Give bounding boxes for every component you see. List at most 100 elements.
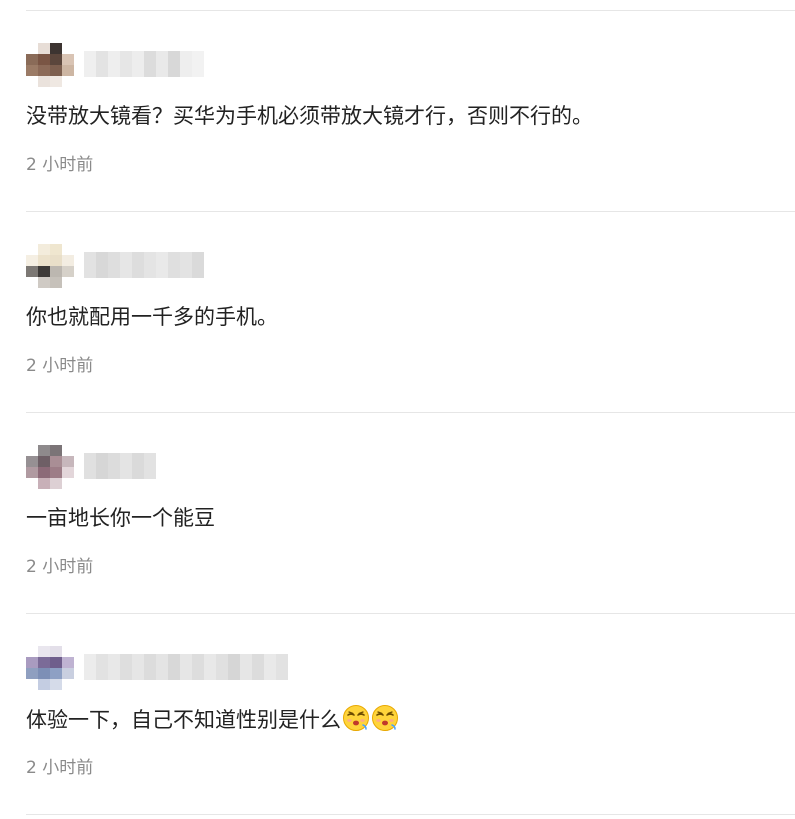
username-pixel (96, 51, 108, 77)
avatar-pixel (62, 478, 74, 489)
username-pixel (156, 252, 168, 278)
avatar-pixel (26, 478, 38, 489)
avatar[interactable] (26, 43, 74, 87)
username-pixel (108, 252, 120, 278)
username-pixel (132, 654, 144, 680)
comment-timestamp: 2 小时前 (26, 155, 94, 175)
avatar-pixel (38, 467, 50, 478)
username-pixel (108, 51, 120, 77)
avatar-pixel (26, 467, 38, 478)
comment-item: 你也就配用一千多的手机。 2 小时前 (26, 212, 795, 413)
avatar-pixel (62, 76, 74, 87)
username-pixel (252, 654, 264, 680)
username-pixel (144, 252, 156, 278)
username-pixel (180, 252, 192, 278)
comment-list: 没带放大镜看？买华为手机必须带放大镜才行，否则不行的。 2 小时前 你也就配用一… (0, 11, 795, 815)
avatar-pixel (26, 277, 38, 288)
username-redacted[interactable] (84, 453, 156, 479)
comment-timestamp: 2 小时前 (26, 557, 94, 577)
avatar-pixel (26, 244, 38, 255)
avatar-pixel (38, 646, 50, 657)
avatar-pixel (38, 43, 50, 54)
avatar-pixel (50, 43, 62, 54)
avatar-pixel (38, 266, 50, 277)
avatar-pixel (62, 266, 74, 277)
avatar-pixel (26, 668, 38, 679)
avatar-pixel (62, 244, 74, 255)
username-pixel (228, 654, 240, 680)
username-redacted[interactable] (84, 51, 204, 77)
avatar-pixel (62, 54, 74, 65)
avatar-pixel (50, 668, 62, 679)
pouting-face-emoji (372, 705, 398, 731)
avatar-pixel (62, 646, 74, 657)
avatar-pixel (62, 255, 74, 266)
avatar-pixel (62, 456, 74, 467)
comment-text-content: 一亩地长你一个能豆 (26, 506, 215, 530)
avatar[interactable] (26, 445, 74, 489)
avatar[interactable] (26, 244, 74, 288)
avatar-pixel (26, 445, 38, 456)
avatar-pixel (26, 76, 38, 87)
username-pixel (120, 453, 132, 479)
username-pixel (156, 654, 168, 680)
username-pixel (156, 51, 168, 77)
avatar-pixel (50, 478, 62, 489)
avatar-pixel (50, 244, 62, 255)
username-pixel (108, 654, 120, 680)
avatar-pixel (26, 657, 38, 668)
username-redacted[interactable] (84, 252, 204, 278)
comment-text: 你也就配用一千多的手机。 (26, 302, 278, 332)
username-pixel (144, 51, 156, 77)
avatar-pixel (38, 456, 50, 467)
avatar-pixel (38, 657, 50, 668)
username-pixel (264, 654, 276, 680)
avatar-pixel (38, 679, 50, 690)
avatar-pixel (26, 646, 38, 657)
avatar-pixel (38, 478, 50, 489)
avatar-pixel (50, 76, 62, 87)
username-pixel (168, 51, 180, 77)
avatar-pixel (38, 244, 50, 255)
username-pixel (192, 654, 204, 680)
comment-timestamp: 2 小时前 (26, 356, 94, 376)
username-pixel (144, 453, 156, 479)
avatar-pixel (62, 43, 74, 54)
username-pixel (132, 252, 144, 278)
username-pixel (96, 453, 108, 479)
comment-text: 没带放大镜看？买华为手机必须带放大镜才行，否则不行的。 (26, 101, 593, 131)
avatar-pixel (50, 657, 62, 668)
avatar-pixel (50, 277, 62, 288)
avatar-pixel (50, 456, 62, 467)
avatar-pixel (26, 266, 38, 277)
username-pixel (120, 252, 132, 278)
avatar-pixel (38, 65, 50, 76)
username-pixel (132, 453, 144, 479)
avatar[interactable] (26, 646, 74, 690)
username-pixel (120, 51, 132, 77)
avatar-pixel (62, 277, 74, 288)
avatar-pixel (62, 679, 74, 690)
username-pixel (96, 252, 108, 278)
avatar-pixel (26, 65, 38, 76)
avatar-pixel (38, 277, 50, 288)
avatar-pixel (62, 668, 74, 679)
username-pixel (84, 51, 96, 77)
username-pixel (180, 654, 192, 680)
avatar-pixel (62, 65, 74, 76)
comment-item: 体验一下，自己不知道性别是什么 2 小时前 (26, 614, 795, 815)
avatar-pixel (50, 65, 62, 76)
username-pixel (84, 654, 96, 680)
avatar-pixel (38, 54, 50, 65)
avatar-pixel (26, 679, 38, 690)
avatar-pixel (50, 646, 62, 657)
comment-item: 一亩地长你一个能豆 2 小时前 (26, 413, 795, 614)
username-pixel (132, 51, 144, 77)
username-pixel (144, 654, 156, 680)
username-redacted[interactable] (84, 654, 288, 680)
username-pixel (180, 51, 192, 77)
avatar-pixel (38, 445, 50, 456)
avatar-pixel (50, 467, 62, 478)
avatar-pixel (38, 668, 50, 679)
comment-text: 体验一下，自己不知道性别是什么 (26, 704, 400, 735)
